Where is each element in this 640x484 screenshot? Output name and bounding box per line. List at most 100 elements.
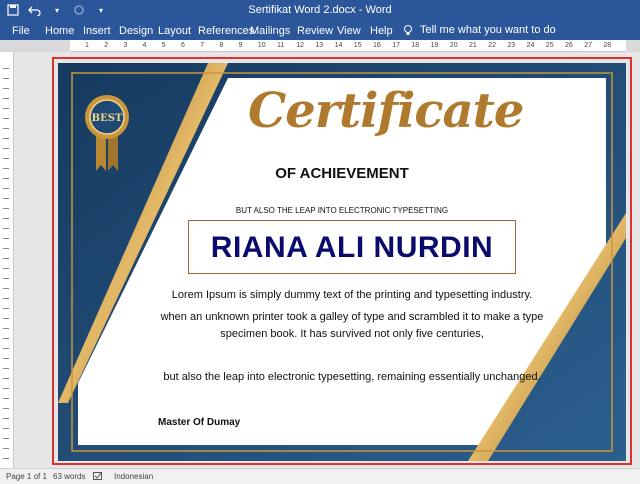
- ruler-tick-label: 24: [526, 42, 535, 49]
- recipient-name-box[interactable]: RIANA ALI NURDIN: [188, 220, 516, 274]
- paragraph-3: but also the leap into electronic typese…: [163, 371, 541, 383]
- vertical-ruler-mark: [3, 138, 9, 139]
- vertical-ruler-mark: [3, 348, 9, 349]
- vertical-ruler-mark: [3, 448, 9, 449]
- page-count[interactable]: Page 1 of 1: [6, 472, 47, 481]
- tab-file[interactable]: File: [12, 25, 30, 37]
- tab-review[interactable]: Review: [297, 25, 333, 37]
- status-bar: Page 1 of 1 63 words Indonesian: [0, 468, 640, 484]
- ruler-tick-label: 4: [142, 42, 147, 49]
- paragraph-1: Lorem Ipsum is simply dummy text of the …: [171, 289, 533, 301]
- tab-help[interactable]: Help: [370, 25, 393, 37]
- certificate-title: Certificate: [248, 83, 524, 139]
- vertical-ruler-mark: [3, 98, 9, 99]
- title-bar: ▾ ▾ Sertifikat Word 2.docx - Word: [0, 0, 640, 22]
- vertical-ruler-mark: [3, 228, 9, 229]
- vertical-ruler-mark: [3, 68, 9, 69]
- paragraph-2: when an unknown printer took a galley of…: [160, 311, 544, 340]
- vertical-ruler-mark: [3, 378, 9, 379]
- signature-label: Master Of Dumay: [158, 417, 241, 428]
- ruler-margin-right: [626, 40, 640, 52]
- vertical-ruler-mark: [3, 398, 9, 399]
- ruler-tick-label: 13: [315, 42, 324, 49]
- ruler-tick-label: 27: [584, 42, 592, 49]
- vertical-ruler-mark: [3, 198, 9, 199]
- vertical-ruler-mark: [3, 238, 9, 239]
- ruler-tick-label: 22: [488, 42, 496, 49]
- tell-me-box[interactable]: Tell me what you want to do: [402, 24, 556, 36]
- ruler-tick-label: 6: [181, 42, 185, 49]
- vertical-ruler-mark: [3, 408, 9, 409]
- ruler-tick-label: 17: [392, 42, 400, 49]
- certificate-page[interactable]: BEST Certificate OF ACHIEVEMENT BUT ALSO…: [58, 63, 626, 461]
- ruler-tick-label: 28: [603, 42, 612, 49]
- ruler-tick-label: 16: [373, 42, 381, 49]
- ruler-tick-label: 19: [430, 42, 439, 49]
- ruler-tick-label: 1: [85, 42, 89, 49]
- vertical-ruler-mark: [3, 108, 9, 109]
- tab-view[interactable]: View: [337, 25, 361, 37]
- vertical-ruler-mark: [3, 178, 9, 179]
- tell-me-label: Tell me what you want to do: [420, 24, 556, 36]
- vertical-ruler-mark: [3, 118, 9, 119]
- language[interactable]: Indonesian: [114, 472, 153, 481]
- vertical-ruler-mark: [3, 288, 9, 289]
- tab-layout[interactable]: Layout: [158, 25, 191, 37]
- ruler-tick-label: 18: [411, 42, 420, 49]
- ribbon-tabs: File Home Insert Design Layout Reference…: [0, 22, 640, 40]
- vertical-ruler-mark: [3, 248, 9, 249]
- vertical-ruler-mark: [3, 268, 9, 269]
- vertical-ruler[interactable]: [0, 52, 14, 468]
- vertical-ruler-mark: [3, 438, 9, 439]
- proofing-icon[interactable]: [93, 472, 103, 483]
- ruler-tick-label: 7: [200, 42, 205, 49]
- tab-home[interactable]: Home: [45, 25, 74, 37]
- vertical-ruler-mark: [3, 428, 9, 429]
- tab-references[interactable]: References: [198, 25, 254, 37]
- ruler-tick-label: 26: [565, 42, 573, 49]
- vertical-ruler-mark: [3, 128, 9, 129]
- tab-mailings[interactable]: Mailings: [250, 25, 290, 37]
- ruler-tick-label: 3: [123, 42, 128, 49]
- word-count[interactable]: 63 words: [53, 472, 85, 481]
- document-title: Sertifikat Word 2.docx - Word: [248, 4, 392, 16]
- ruler-tick-label: 11: [277, 42, 285, 49]
- ruler-tick-label: 20: [449, 42, 458, 49]
- ruler-tick-label: 21: [469, 42, 477, 49]
- ruler-tick-label: 15: [353, 42, 362, 49]
- vertical-ruler-mark: [3, 78, 9, 79]
- ruler-tick-label: 10: [257, 42, 266, 49]
- vertical-ruler-mark: [3, 148, 9, 149]
- badge-label: BEST: [91, 113, 123, 124]
- ruler-tick-label: 25: [545, 42, 554, 49]
- ruler-tick-label: 14: [334, 42, 343, 49]
- certificate-subtitle: OF ACHIEVEMENT: [275, 165, 409, 182]
- vertical-ruler-mark: [3, 298, 9, 299]
- vertical-ruler-mark: [3, 208, 9, 209]
- horizontal-ruler[interactable]: 1 2 3 4 5 6 7 8 9 10 11 12 13 14 15 16 17 18 19 20 21 22 23 24 2…: [70, 40, 626, 52]
- leap-line: BUT ALSO THE LEAP INTO ELECTRONIC TYPESE…: [235, 206, 449, 215]
- lightbulb-icon: [402, 24, 414, 36]
- vertical-ruler-mark: [3, 188, 9, 189]
- ruler-tick-label: 23: [507, 42, 516, 49]
- vertical-ruler-mark: [3, 168, 9, 169]
- vertical-ruler-mark: [3, 218, 9, 219]
- vertical-ruler-mark: [3, 368, 9, 369]
- vertical-ruler-mark: [3, 158, 9, 159]
- vertical-ruler-mark: [3, 338, 9, 339]
- vertical-ruler-mark: [3, 318, 9, 319]
- vertical-ruler-mark: [3, 278, 9, 279]
- tab-insert[interactable]: Insert: [83, 25, 111, 37]
- recipient-name: RIANA ALI NURDIN: [210, 231, 494, 264]
- best-badge: BEST: [84, 93, 130, 173]
- vertical-ruler-mark: [3, 258, 9, 259]
- tab-design[interactable]: Design: [119, 25, 153, 37]
- ruler-tick-label: 8: [219, 42, 224, 49]
- ruler-tick-label: 12: [296, 42, 304, 49]
- vertical-ruler-mark: [3, 308, 9, 309]
- ruler-tick-label: 2: [104, 42, 109, 49]
- vertical-ruler-mark: [3, 418, 9, 419]
- ruler-tick-label: 5: [161, 42, 166, 49]
- ruler-tick-label: 9: [238, 42, 243, 49]
- vertical-ruler-mark: [3, 88, 9, 89]
